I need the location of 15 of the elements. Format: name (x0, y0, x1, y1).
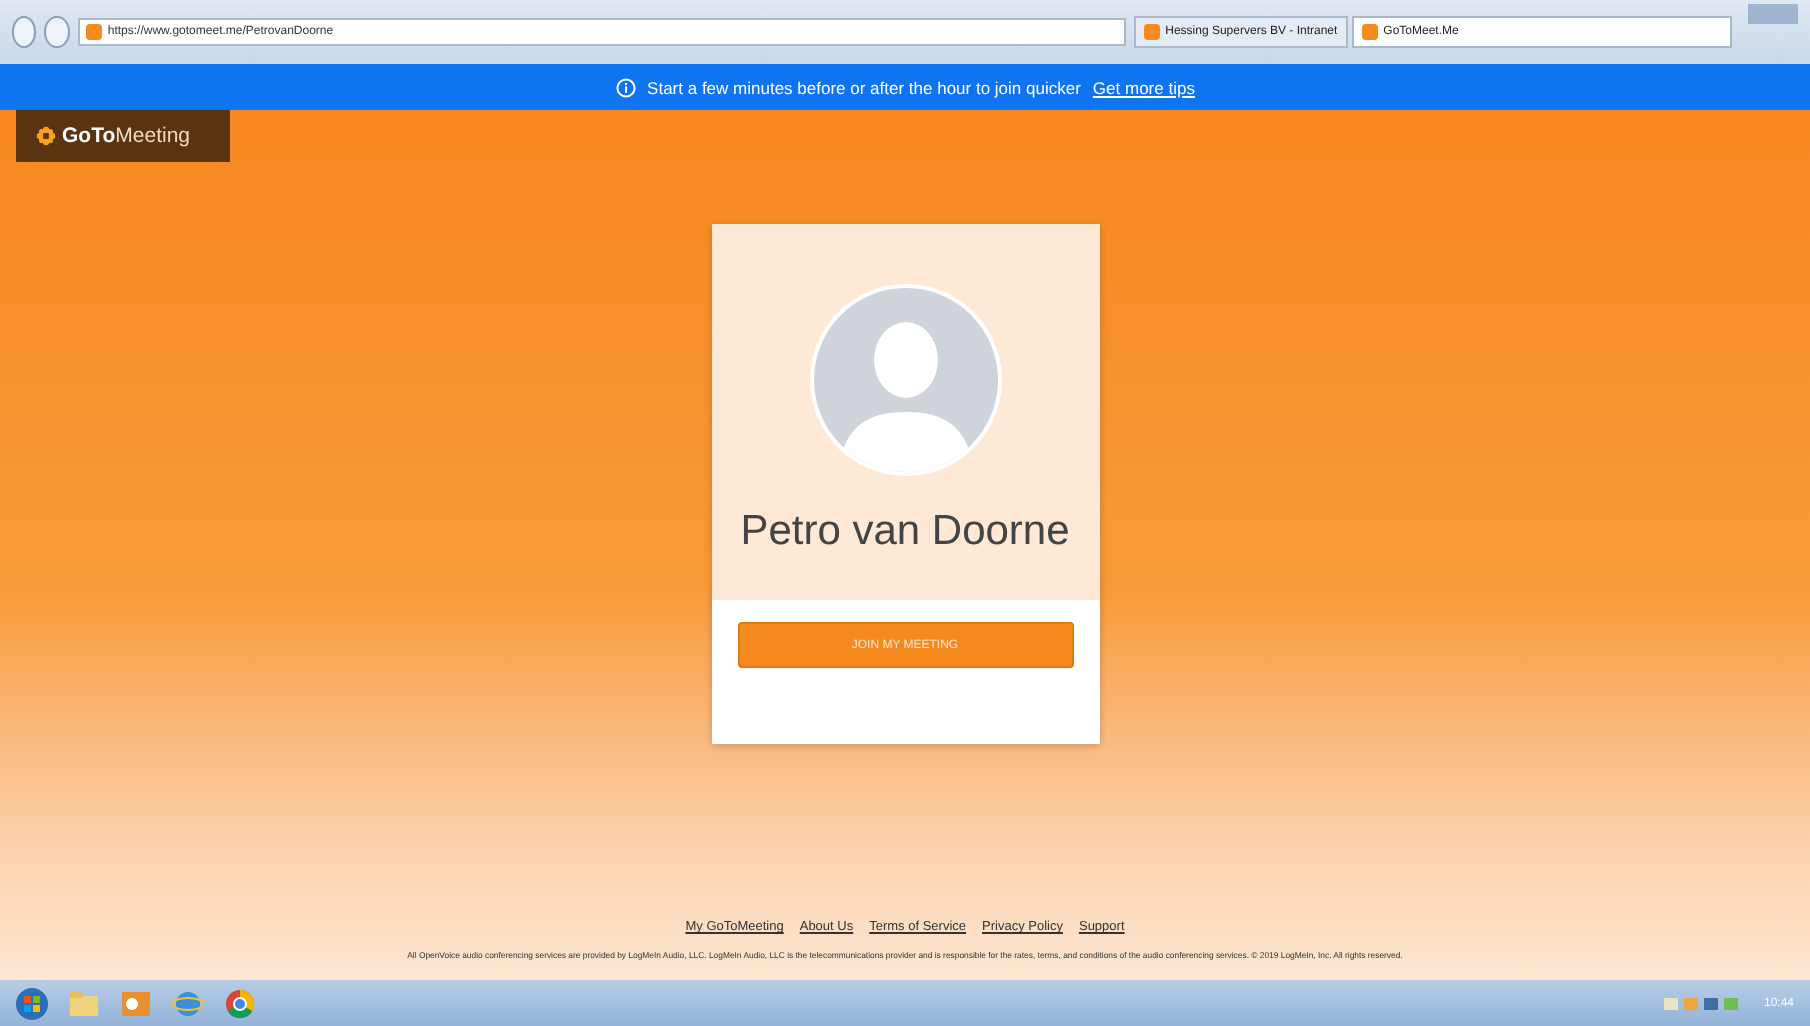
banner-message: Start a few minutes before or after the hour to join quicker (647, 77, 1081, 97)
flower-icon (36, 126, 56, 146)
back-icon[interactable] (12, 16, 37, 48)
forward-icon[interactable] (44, 16, 70, 48)
chrome-icon[interactable] (224, 987, 256, 1019)
start-icon[interactable] (16, 987, 48, 1019)
avatar-icon (809, 284, 1001, 476)
info-icon (615, 77, 636, 97)
internet-explorer-icon[interactable] (172, 987, 204, 1019)
folder-icon[interactable] (68, 987, 100, 1019)
window-controls-icon[interactable] (1747, 4, 1799, 24)
gotomeeting-logo: GoToMeeting (16, 110, 230, 162)
tray-icons[interactable] (1663, 995, 1744, 1011)
more-tips-link[interactable]: Get more tips (1092, 77, 1195, 97)
host-name: Petro van Doorne (740, 508, 1070, 556)
